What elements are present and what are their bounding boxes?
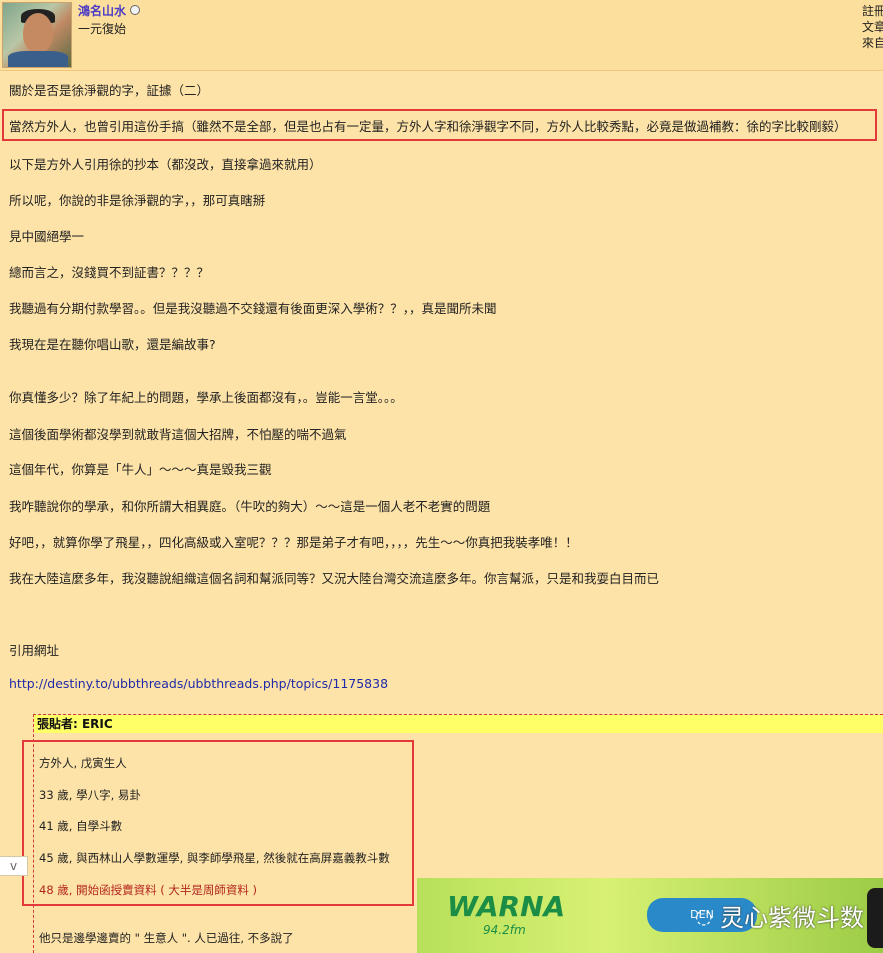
- ad-right-bar: [867, 888, 883, 948]
- user-avatar[interactable]: [2, 2, 72, 68]
- meta-location: 來自: [862, 36, 883, 50]
- online-status-icon: [130, 5, 140, 15]
- post-line: 以下是方外人引用徐的抄本（都沒改，直接拿過來就用）: [9, 157, 322, 172]
- post-line: 好吧，，就算你學了飛星，，四化高級或入室呢？？？那是弟子才有吧，，，，先生～～你…: [9, 535, 578, 550]
- post-line: 見中國絕學一: [9, 229, 85, 244]
- post-line: 我在大陸這麼多年，我沒聽說組織這個名詞和幫派同等？又況大陸台灣交流這麼多年。你言…: [9, 571, 660, 586]
- ad-brand-text: 灵心紫微斗数: [720, 904, 864, 932]
- quote-line: 他只是邊學邊賣的 " 生意人 ". 人已過往, 不多說了: [39, 931, 294, 945]
- highlight-box: [2, 109, 877, 141]
- quote-link[interactable]: http://destiny.to/ubbthreads/ubbthreads.…: [9, 676, 388, 691]
- post-line: 我咋聽說你的學承，和你所謂大相異庭。（牛吹的夠大）～～這是一個人老不老實的問題: [9, 499, 491, 514]
- post-line: 這個後面學術都沒學到就敢背這個大招牌，不怕壓的喘不過氣: [9, 427, 347, 442]
- post-line: 關於是否是徐淨觀的字，証據（二）: [9, 83, 210, 98]
- meta-posts: 文章: [862, 20, 883, 34]
- collapse-toggle-button[interactable]: v: [0, 856, 28, 876]
- quote-highlight-box: [22, 740, 414, 906]
- post-line: 你真懂多少？除了年紀上的問題，學承上後面都沒有，。豈能一言堂。。。: [9, 390, 403, 405]
- ad-frequency: 94.2fm: [483, 923, 526, 937]
- post-line: 所以呢，你說的非是徐淨觀的字，，那可真瞎掰: [9, 193, 266, 208]
- post-line: 我聽過有分期付款學習。。但是我沒聽過不交錢還有後面更深入學術？？，，真是聞所未聞: [9, 301, 497, 316]
- username-link[interactable]: 鴻名山水: [78, 2, 126, 19]
- user-title: 一元復始: [78, 22, 127, 36]
- post-line: 引用網址: [9, 643, 60, 658]
- quote-header: 張貼者: ERIC: [34, 715, 883, 733]
- user-meta: 註冊 文章 來自: [862, 3, 883, 51]
- post-line: 總而言之，沒錢買不到証書？？？？: [9, 265, 210, 280]
- post-line: 我現在是在聽你唱山歌，還是編故事?: [9, 337, 216, 352]
- ad-logo: WARNA: [447, 890, 566, 923]
- wechat-icon: ◌: [695, 904, 713, 928]
- post-line: 這個年代，你算是「牛人」～～～真是毀我三觀: [9, 462, 272, 477]
- ad-banner[interactable]: WARNA 94.2fm DEN ◌ 灵心紫微斗数: [417, 878, 883, 953]
- meta-register: 註冊: [862, 4, 883, 18]
- post-header: 鴻名山水 一元復始 註冊 文章 來自: [0, 0, 883, 71]
